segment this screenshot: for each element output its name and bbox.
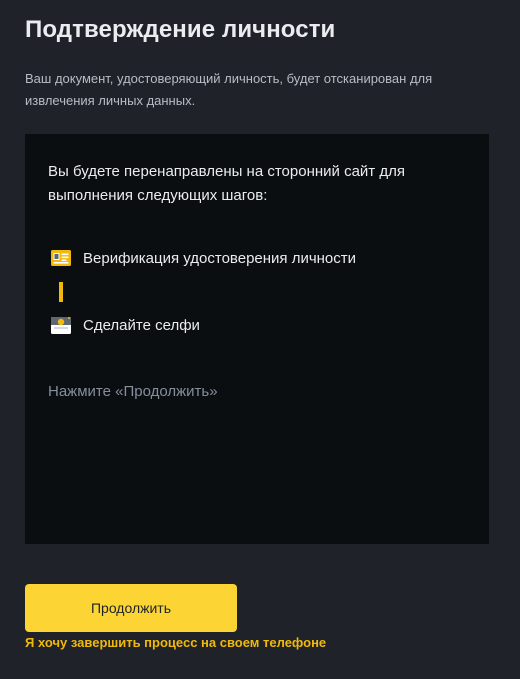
continue-button[interactable]: Продолжить (25, 584, 237, 632)
panel-intro-text: Вы будете перенаправлены на сторонний са… (48, 163, 405, 204)
step-connector (59, 282, 63, 302)
step-selfie: Сделайте селфи (51, 315, 200, 335)
continue-on-phone-link[interactable]: Я хочу завершить процесс на своем телефо… (25, 635, 326, 650)
continue-hint: Нажмите «Продолжить» (48, 383, 218, 400)
identity-verification-page: Подтверждение личности Ваш документ, удо… (0, 0, 520, 679)
selfie-icon (51, 315, 71, 335)
steps-panel: Вы будете перенаправлены на сторонний са… (25, 134, 489, 544)
page-title: Подтверждение личности (25, 16, 336, 43)
page-subtitle: Ваш документ, удостоверяющий личность, б… (25, 71, 433, 108)
id-card-icon (51, 248, 71, 268)
step-selfie-label: Сделайте селфи (83, 316, 200, 334)
step-id-verification: Верификация удостоверения личности (51, 248, 356, 268)
step-id-verification-label: Верификация удостоверения личности (83, 249, 357, 267)
